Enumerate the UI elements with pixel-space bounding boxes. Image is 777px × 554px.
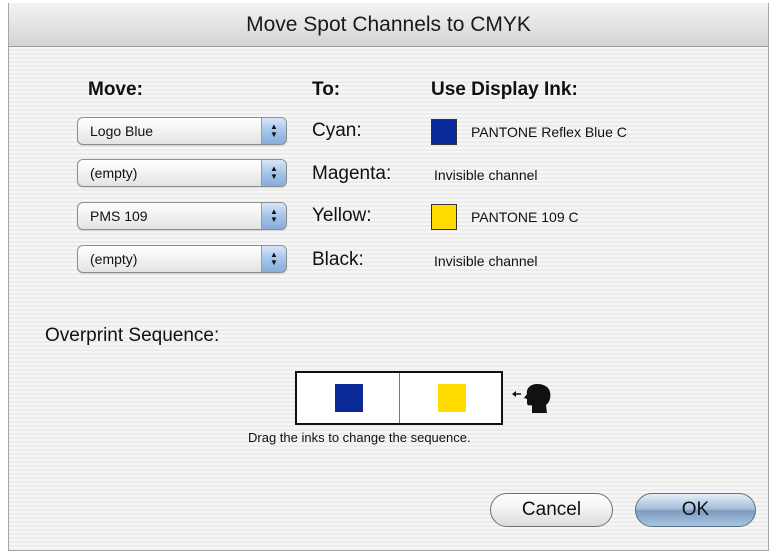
updown-arrows-icon: ▲ ▼ — [261, 118, 286, 144]
display-ink-header: Use Display Ink: — [431, 79, 578, 100]
sequence-ink-blue[interactable] — [335, 384, 363, 412]
window-title: Move Spot Channels to CMYK — [9, 3, 768, 47]
updown-arrows-icon: ▲ ▼ — [261, 203, 286, 229]
ink-name-black: Invisible channel — [434, 253, 538, 269]
ink-name-cyan: PANTONE Reflex Blue C — [471, 124, 627, 140]
popup-value: (empty) — [90, 165, 138, 181]
move-popup-magenta[interactable]: (empty) ▲ ▼ — [77, 159, 287, 187]
plate-label-black: Black: — [312, 249, 364, 270]
overprint-sequence-box — [295, 371, 503, 425]
popup-value: PMS 109 — [90, 208, 148, 224]
overprint-label: Overprint Sequence: — [45, 325, 220, 346]
viewer-head-icon — [512, 384, 551, 413]
sequence-ink-yellow[interactable] — [438, 384, 466, 412]
ink-name-magenta: Invisible channel — [434, 167, 538, 183]
sequence-hint: Drag the inks to change the sequence. — [248, 430, 471, 445]
cancel-button[interactable]: Cancel — [490, 493, 613, 527]
ink-swatch-yellow[interactable] — [431, 204, 457, 230]
move-header: Move: — [88, 79, 143, 100]
ink-swatch-cyan[interactable] — [431, 119, 457, 145]
sequence-divider — [399, 373, 400, 423]
plate-label-magenta: Magenta: — [312, 163, 392, 184]
ink-name-yellow: PANTONE 109 C — [471, 209, 579, 225]
plate-label-yellow: Yellow: — [312, 205, 372, 226]
updown-arrows-icon: ▲ ▼ — [261, 160, 286, 186]
popup-value: Logo Blue — [90, 123, 154, 139]
move-popup-yellow[interactable]: PMS 109 ▲ ▼ — [77, 202, 287, 230]
popup-value: (empty) — [90, 251, 138, 267]
dialog-window: Move Spot Channels to CMYK Move: To: Use… — [8, 3, 769, 551]
ok-button[interactable]: OK — [635, 493, 756, 527]
move-popup-cyan[interactable]: Logo Blue ▲ ▼ — [77, 117, 287, 145]
to-header: To: — [312, 79, 341, 100]
updown-arrows-icon: ▲ ▼ — [261, 246, 286, 272]
move-popup-black[interactable]: (empty) ▲ ▼ — [77, 245, 287, 273]
plate-label-cyan: Cyan: — [312, 120, 362, 141]
